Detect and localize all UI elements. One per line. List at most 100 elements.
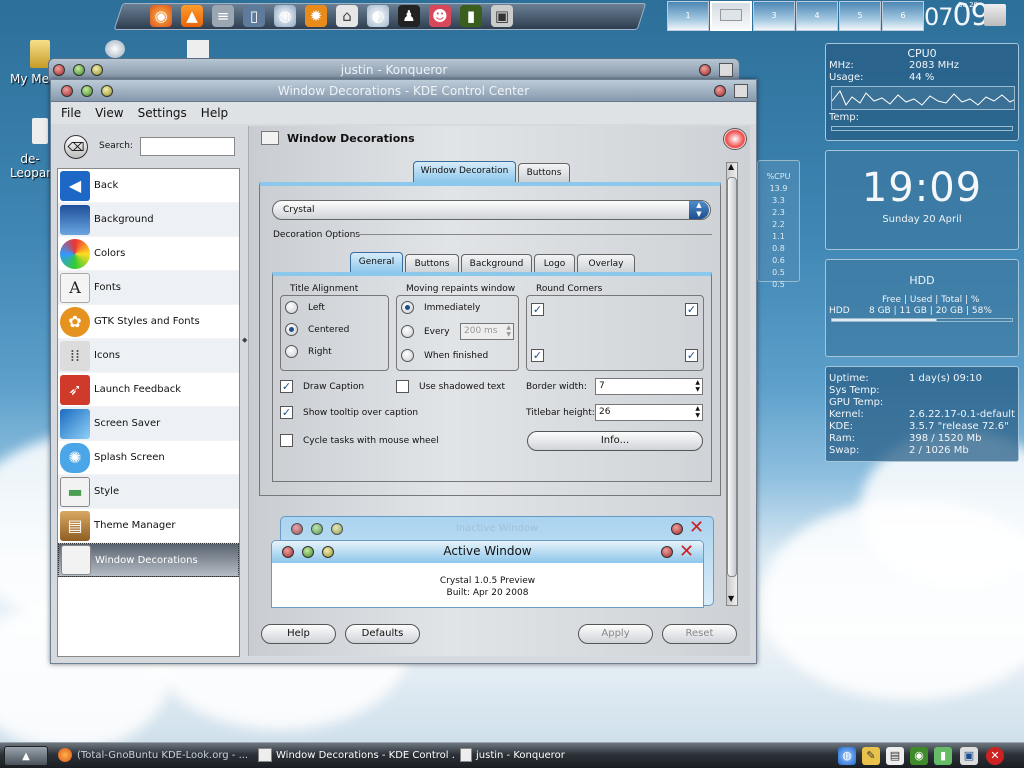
checkbox-corner-top-right[interactable]: ✓: [685, 303, 698, 316]
home-icon[interactable]: ⌂: [336, 5, 358, 27]
radio-every[interactable]: [401, 325, 414, 338]
mixer-icon[interactable]: ≡: [212, 5, 234, 27]
disk-icon[interactable]: ◐: [367, 5, 389, 27]
sidebar-item-back[interactable]: ◀ Back: [58, 169, 239, 203]
radio-when-finished[interactable]: [401, 349, 414, 362]
sidebar-item-screen-saver[interactable]: Screen Saver: [58, 407, 239, 441]
vlc-icon[interactable]: ▲: [181, 5, 203, 27]
nvidia-icon[interactable]: ◉: [910, 747, 928, 765]
desktop-icon-label[interactable]: de-Leopar: [10, 152, 51, 180]
menu-settings[interactable]: Settings: [138, 106, 187, 120]
globe-desktop-icon[interactable]: [105, 40, 125, 58]
tab-general[interactable]: General: [350, 252, 403, 273]
folder-icon[interactable]: [30, 40, 50, 68]
globe-icon[interactable]: ◍: [274, 5, 296, 27]
task-konqueror[interactable]: justin - Konqueror: [476, 748, 596, 764]
tux-icon[interactable]: ♟: [398, 5, 420, 27]
tab-logo[interactable]: Logo: [534, 254, 575, 273]
radio-right[interactable]: [285, 345, 298, 358]
shutdown-icon[interactable]: ✕: [986, 747, 1004, 765]
scroll-up-icon[interactable]: ▲: [728, 162, 734, 171]
help-button[interactable]: Help: [261, 624, 336, 644]
close-icon[interactable]: [714, 85, 726, 97]
menu-icon[interactable]: [719, 63, 733, 77]
apply-button[interactable]: Apply: [578, 624, 653, 644]
checkbox-corner-top-left[interactable]: ✓: [531, 303, 544, 316]
start-menu-button[interactable]: ▲: [4, 746, 48, 766]
tab-background[interactable]: Background: [461, 254, 532, 273]
gear-icon[interactable]: ✹: [305, 5, 327, 27]
sidebar-item-style[interactable]: ▬ Style: [58, 475, 239, 509]
file-desktop-icon[interactable]: [187, 40, 209, 58]
menu-help[interactable]: Help: [201, 106, 228, 120]
tab-buttons[interactable]: Buttons: [518, 163, 570, 182]
robot-icon[interactable]: ☻: [429, 5, 451, 27]
window-menu-icon[interactable]: [734, 84, 748, 98]
splitter-handle[interactable]: ◆: [242, 336, 247, 344]
sidebar-item-launch-feedback[interactable]: ➶ Launch Feedback: [58, 373, 239, 407]
info-button[interactable]: Info...: [527, 431, 703, 451]
checkbox-corner-bottom-right[interactable]: ✓: [685, 349, 698, 362]
pager-desktop-5[interactable]: 5: [839, 1, 881, 31]
camera-icon[interactable]: ▣: [491, 5, 513, 27]
pager-desktop-2[interactable]: 2: [710, 1, 752, 31]
radio-centered[interactable]: [285, 323, 298, 336]
defaults-button[interactable]: Defaults: [345, 624, 420, 644]
border-width-spinbox[interactable]: 7 ▲ ▼: [595, 378, 703, 395]
sidebar-item-icons[interactable]: ⁞⁞ Icons: [58, 339, 239, 373]
menu-view[interactable]: View: [95, 106, 123, 120]
checkbox-corner-bottom-left[interactable]: ✓: [531, 349, 544, 362]
checkbox-show-tooltip[interactable]: ✓: [280, 406, 293, 419]
scrollbar-thumb[interactable]: [727, 177, 737, 577]
task-firefox[interactable]: (Total-GnoBuntu KDE-Look.org - ...: [77, 748, 252, 764]
help-lifebuoy-icon[interactable]: [723, 128, 747, 150]
radio-left[interactable]: [285, 301, 298, 314]
pencil-icon[interactable]: ✎: [862, 747, 880, 765]
pager-desktop-1[interactable]: 1: [667, 1, 709, 31]
menu-file[interactable]: File: [61, 106, 81, 120]
sidebar-item-background[interactable]: Background: [58, 203, 239, 237]
checkbox-cycle-tasks[interactable]: [280, 434, 293, 447]
pager-desktop-6[interactable]: 6: [882, 1, 924, 31]
document-icon[interactable]: [32, 118, 48, 144]
decoration-combo[interactable]: Crystal: [272, 200, 711, 220]
sidebar-item-splash-screen[interactable]: ✺ Splash Screen: [58, 441, 239, 475]
pager-desktop-3[interactable]: 3: [753, 1, 795, 31]
clipboard-icon[interactable]: ▤: [886, 747, 904, 765]
titlebar-height-spinbox[interactable]: 26 ▲ ▼: [595, 404, 703, 421]
trash-icon[interactable]: [984, 4, 1006, 26]
combo-value: Crystal: [283, 205, 315, 215]
chevron-updown-icon[interactable]: ▲ ▼: [689, 201, 709, 219]
sidebar-item-window-decorations[interactable]: Window Decorations: [58, 543, 239, 577]
spin-arrows-icon[interactable]: ▲ ▼: [695, 405, 700, 419]
spin-arrows-icon[interactable]: ▲ ▼: [506, 324, 511, 338]
network-icon[interactable]: ◍: [838, 747, 856, 765]
pager-desktop-4[interactable]: 4: [796, 1, 838, 31]
sidebar-item-gtk-styles[interactable]: ✿ GTK Styles and Fonts: [58, 305, 239, 339]
lock-icon[interactable]: ▣: [960, 747, 978, 765]
radio-immediately[interactable]: [401, 301, 414, 314]
desktop-icon-label[interactable]: My Me: [10, 72, 49, 86]
bottle-icon[interactable]: ▮: [460, 5, 482, 27]
phone-icon[interactable]: ▯: [243, 5, 265, 27]
tab-overlay[interactable]: Overlay: [577, 254, 635, 273]
spin-arrows-icon[interactable]: ▲ ▼: [695, 379, 700, 393]
firefox-icon[interactable]: ◉: [150, 5, 172, 27]
search-input[interactable]: [140, 137, 235, 156]
scroll-down-icon[interactable]: ▼: [728, 594, 734, 603]
sidebar-item-theme-manager[interactable]: ▤ Theme Manager: [58, 509, 239, 543]
radio-when-finished-label: When finished: [424, 351, 489, 361]
reset-button[interactable]: Reset: [662, 624, 737, 644]
checkbox-draw-caption[interactable]: ✓: [280, 380, 293, 393]
close-icon[interactable]: [699, 64, 711, 76]
tab-buttons-inner[interactable]: Buttons: [405, 254, 459, 273]
sidebar-item-colors[interactable]: Colors: [58, 237, 239, 271]
title-bar[interactable]: Window Decorations - KDE Control Center: [51, 80, 756, 102]
checkbox-shadowed-text[interactable]: [396, 380, 409, 393]
tab-window-decoration[interactable]: Window Decoration: [413, 161, 516, 182]
battery-icon[interactable]: ▮: [934, 747, 952, 765]
sidebar-item-fonts[interactable]: A Fonts: [58, 271, 239, 305]
task-control-center[interactable]: Window Decorations - KDE Control ...: [276, 748, 454, 764]
repaint-interval-spinbox[interactable]: 200 ms ▲ ▼: [460, 323, 514, 340]
clear-search-icon[interactable]: ⌫: [64, 135, 88, 159]
